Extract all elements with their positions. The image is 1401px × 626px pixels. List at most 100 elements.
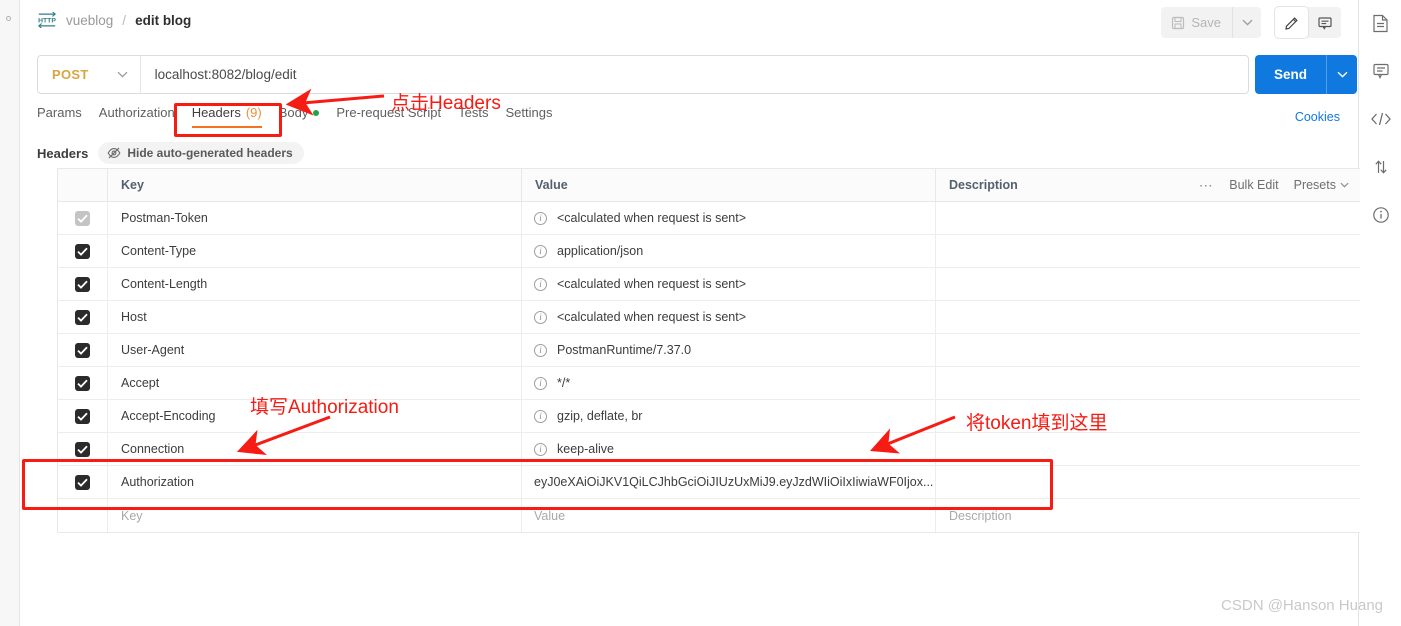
right-sidebar bbox=[1360, 0, 1401, 626]
row-value: */* bbox=[557, 376, 571, 390]
annotation-fill-authorization: 填写Authorization bbox=[250, 397, 399, 418]
annotation-box-headers-tab bbox=[174, 103, 282, 137]
table-row[interactable]: User-Agent i PostmanRuntime/7.37.0 bbox=[58, 334, 1361, 367]
row-checkbox[interactable] bbox=[75, 441, 90, 457]
sync-button[interactable] bbox=[1370, 156, 1392, 178]
row-checkbox-cell bbox=[58, 334, 108, 366]
info-icon bbox=[1372, 207, 1389, 223]
column-header-value: Value bbox=[522, 169, 936, 201]
row-description[interactable] bbox=[936, 334, 1361, 366]
save-button-label: Save bbox=[1191, 15, 1221, 30]
table-row[interactable]: Postman-Token i <calculated when request… bbox=[58, 202, 1361, 235]
table-row[interactable]: Content-Type i application/json bbox=[58, 235, 1361, 268]
tab-label: Params bbox=[37, 105, 82, 120]
row-checkbox-cell bbox=[58, 367, 108, 399]
row-checkbox[interactable] bbox=[75, 342, 90, 358]
row-value: keep-alive bbox=[557, 442, 614, 456]
breadcrumb-parent[interactable]: vueblog bbox=[66, 13, 113, 28]
cookies-link[interactable]: Cookies bbox=[1295, 110, 1340, 124]
top-bar: HTTP vueblog / edit blog Save bbox=[21, 0, 1359, 46]
breadcrumb: HTTP vueblog / edit blog bbox=[37, 12, 191, 28]
row-value-cell[interactable]: i application/json bbox=[522, 235, 936, 267]
row-value-cell[interactable]: i <calculated when request is sent> bbox=[522, 268, 936, 300]
row-value-cell[interactable]: i */* bbox=[522, 367, 936, 399]
table-row[interactable]: Host i <calculated when request is sent> bbox=[58, 301, 1361, 334]
row-checkbox[interactable] bbox=[75, 243, 90, 259]
row-description[interactable] bbox=[936, 301, 1361, 333]
comments-sidebar-button[interactable] bbox=[1370, 60, 1392, 82]
row-checkbox[interactable] bbox=[75, 375, 90, 391]
check-icon bbox=[77, 247, 88, 256]
tab-label: Settings bbox=[505, 105, 553, 120]
ellipsis-icon[interactable]: ⋯ bbox=[1199, 178, 1215, 192]
tab-body[interactable]: Body bbox=[279, 105, 337, 130]
row-checkbox-cell bbox=[58, 301, 108, 333]
send-button[interactable]: Send bbox=[1255, 55, 1327, 94]
row-description[interactable] bbox=[936, 202, 1361, 234]
tab-settings[interactable]: Settings bbox=[505, 105, 569, 130]
row-key[interactable]: Content-Type bbox=[108, 235, 522, 267]
annotation-click-headers: 点击Headers bbox=[391, 93, 501, 114]
row-description[interactable] bbox=[936, 235, 1361, 267]
hide-auto-generated-headers-button[interactable]: Hide auto-generated headers bbox=[98, 142, 304, 164]
body-modified-dot-icon bbox=[313, 109, 320, 116]
http-method-select[interactable]: POST bbox=[38, 56, 141, 93]
floppy-disk-icon bbox=[1172, 16, 1185, 29]
info-button[interactable] bbox=[1370, 204, 1392, 226]
headers-table-actions: ⋯ Bulk Edit Presets bbox=[1199, 169, 1349, 201]
row-checkbox-cell bbox=[58, 202, 108, 234]
code-icon bbox=[1370, 112, 1391, 126]
view-toggle-group bbox=[1275, 7, 1341, 38]
row-value: application/json bbox=[557, 244, 644, 258]
info-icon: i bbox=[534, 376, 547, 390]
headers-sub-bar: Headers Hide auto-generated headers bbox=[37, 142, 304, 164]
comment-icon bbox=[1372, 63, 1389, 79]
breadcrumb-current[interactable]: edit blog bbox=[135, 13, 191, 28]
row-key[interactable]: Host bbox=[108, 301, 522, 333]
row-value-cell[interactable]: i <calculated when request is sent> bbox=[522, 202, 936, 234]
info-icon: i bbox=[534, 310, 547, 324]
bulk-edit-button[interactable]: Bulk Edit bbox=[1229, 178, 1278, 192]
presets-button[interactable]: Presets bbox=[1294, 178, 1349, 192]
save-button[interactable]: Save bbox=[1161, 7, 1233, 38]
row-key[interactable]: Content-Length bbox=[108, 268, 522, 300]
comments-button[interactable] bbox=[1308, 7, 1341, 38]
row-checkbox[interactable] bbox=[75, 408, 90, 424]
watermark: CSDN @Hanson Huang bbox=[1221, 597, 1383, 614]
code-snippet-button[interactable] bbox=[1370, 108, 1392, 130]
row-checkbox-cell bbox=[58, 400, 108, 432]
check-icon bbox=[77, 412, 88, 421]
tab-params[interactable]: Params bbox=[37, 105, 99, 130]
select-all-column-header bbox=[58, 169, 108, 201]
info-icon: i bbox=[534, 277, 547, 291]
table-row[interactable]: Content-Length i <calculated when reques… bbox=[58, 268, 1361, 301]
row-value-cell[interactable]: i PostmanRuntime/7.37.0 bbox=[522, 334, 936, 366]
send-button-group: Send bbox=[1255, 55, 1357, 94]
check-icon bbox=[77, 379, 88, 388]
documentation-button[interactable] bbox=[1370, 12, 1392, 34]
eye-off-icon bbox=[107, 147, 121, 159]
column-header-key: Key bbox=[108, 169, 522, 201]
check-icon bbox=[77, 445, 88, 454]
edit-mode-button[interactable] bbox=[1275, 7, 1308, 38]
check-icon bbox=[77, 280, 88, 289]
send-dropdown-button[interactable] bbox=[1327, 55, 1357, 94]
row-checkbox[interactable] bbox=[75, 309, 90, 325]
row-checkbox[interactable] bbox=[75, 276, 90, 292]
row-value: <calculated when request is sent> bbox=[557, 310, 747, 324]
request-url-input[interactable]: localhost:8082/blog/edit bbox=[141, 67, 297, 82]
row-checkbox[interactable] bbox=[75, 210, 90, 226]
row-key[interactable]: Postman-Token bbox=[108, 202, 522, 234]
info-icon: i bbox=[534, 409, 547, 423]
save-dropdown-button[interactable] bbox=[1233, 7, 1261, 38]
row-description[interactable] bbox=[936, 268, 1361, 300]
row-key[interactable]: User-Agent bbox=[108, 334, 522, 366]
row-description[interactable] bbox=[936, 367, 1361, 399]
comment-icon bbox=[1317, 16, 1332, 30]
row-value: PostmanRuntime/7.37.0 bbox=[557, 343, 692, 357]
row-value: gzip, deflate, br bbox=[557, 409, 643, 423]
left-rail-dot-icon bbox=[6, 16, 11, 21]
row-value-cell[interactable]: i gzip, deflate, br bbox=[522, 400, 936, 432]
new-row-value-placeholder: Value bbox=[534, 508, 566, 523]
row-value-cell[interactable]: i <calculated when request is sent> bbox=[522, 301, 936, 333]
